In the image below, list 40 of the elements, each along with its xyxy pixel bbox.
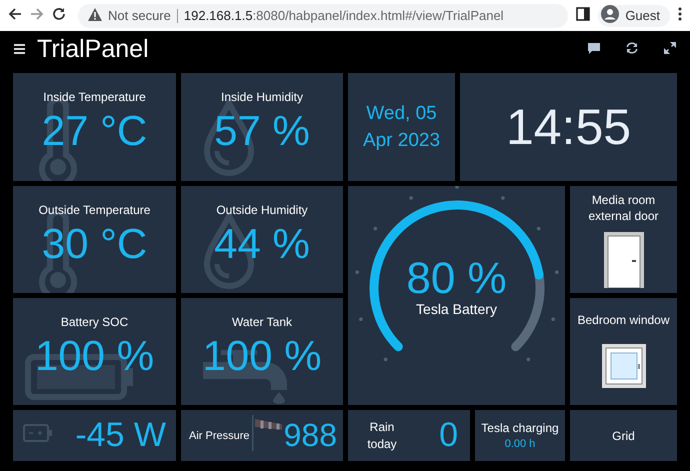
warning-icon	[88, 8, 102, 24]
sensor-value: 44 %	[214, 224, 310, 264]
tile-title: Inside Temperature	[42, 89, 147, 105]
window-drawing	[602, 344, 646, 388]
tile-label: Air Pressure	[189, 430, 250, 442]
tile-label: Rain today	[366, 418, 398, 452]
profile-name: Guest	[625, 8, 660, 23]
date-line: Apr 2023	[362, 129, 440, 153]
tile-title: Inside Humidity	[220, 89, 304, 105]
panel-title: TrialPanel	[37, 35, 150, 64]
profile-button[interactable]: Guest	[598, 4, 670, 26]
gauge-label: Tesla Battery	[416, 300, 497, 316]
tile-title: Outside Temperature	[38, 202, 152, 218]
pressure-value: 988	[284, 417, 337, 454]
tile-title: Bedroom window	[577, 312, 670, 329]
sensor-value: 30 °C	[42, 224, 148, 264]
tile-title: Water Tank	[230, 314, 294, 330]
sensor-value: 100 %	[202, 336, 322, 376]
battery-icon	[23, 424, 53, 442]
avatar-icon	[601, 5, 620, 26]
door-drawing	[604, 232, 644, 288]
sensor-value: 57 %	[214, 111, 310, 151]
url-text: 192.168.1.5:8080/habpanel/index.html#/view/TrialPanel	[184, 8, 504, 23]
power-value: -45 W	[75, 416, 166, 455]
tile-title: Media room external door	[587, 192, 660, 224]
charging-value: 0.00 h	[504, 438, 536, 450]
windsock-icon	[252, 413, 282, 453]
rain-value: 0	[439, 416, 458, 455]
grid-button[interactable]: Grid	[570, 410, 677, 461]
date-line: Wed, 05	[366, 102, 437, 126]
tile-title: Battery SOC	[60, 314, 130, 330]
security-label: Not secure	[108, 8, 171, 23]
gauge-value: 80 %	[406, 256, 507, 300]
tile-title: Outside Humidity	[215, 202, 309, 218]
sidebar-icon[interactable]	[576, 7, 590, 24]
tile-title: Tesla charging	[481, 421, 559, 435]
clock-time: 14:55	[506, 98, 632, 156]
sensor-value: 100 %	[34, 336, 154, 376]
address-bar[interactable]: Not secure 192.168.1.5:8080/habpanel/index.html#/view/TrialPanel	[78, 4, 568, 28]
sensor-value: 27 °C	[42, 111, 148, 151]
